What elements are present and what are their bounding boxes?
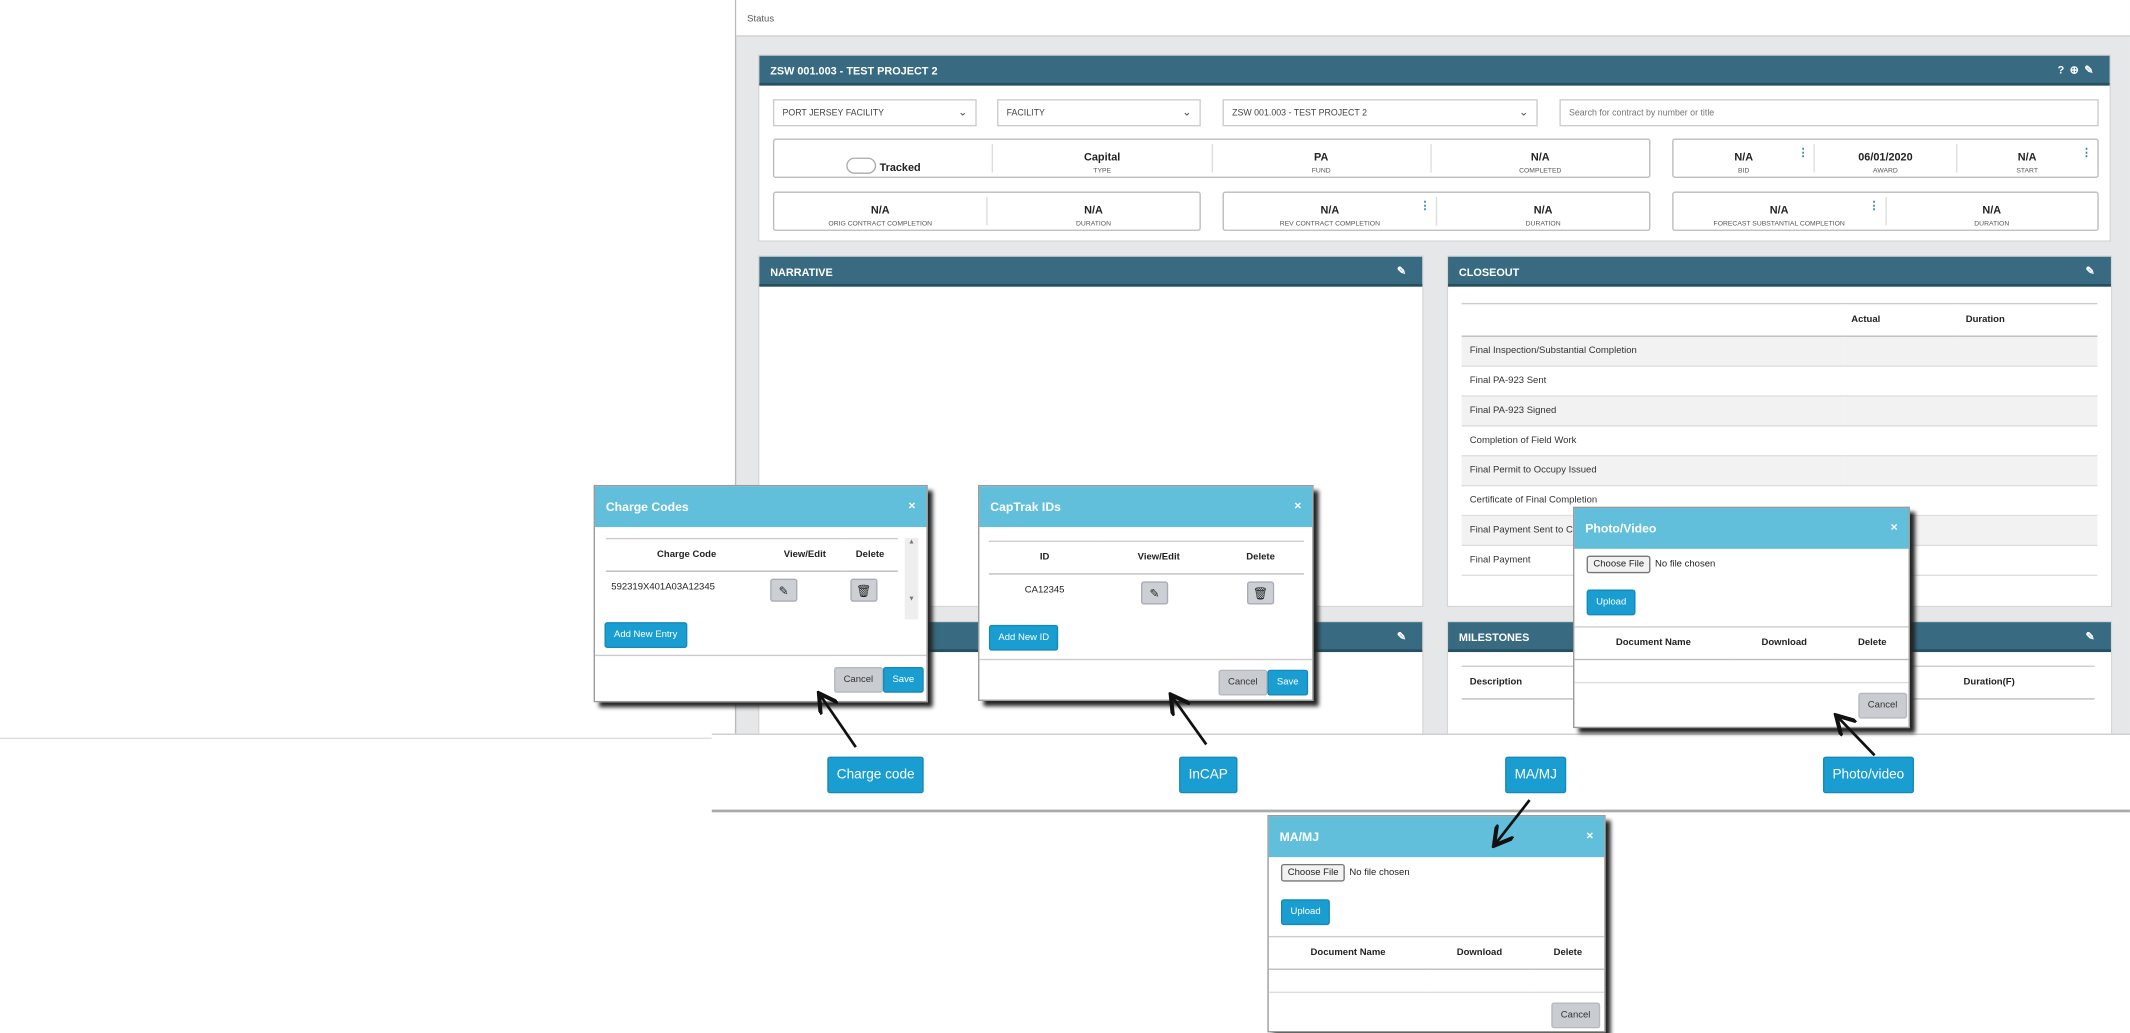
annotation-arrows xyxy=(0,0,1876,1032)
arrow-charge xyxy=(820,696,857,748)
arrow-mamj xyxy=(1496,799,1531,843)
arrow-photo xyxy=(1838,717,1876,757)
arrow-incap xyxy=(1172,697,1208,746)
